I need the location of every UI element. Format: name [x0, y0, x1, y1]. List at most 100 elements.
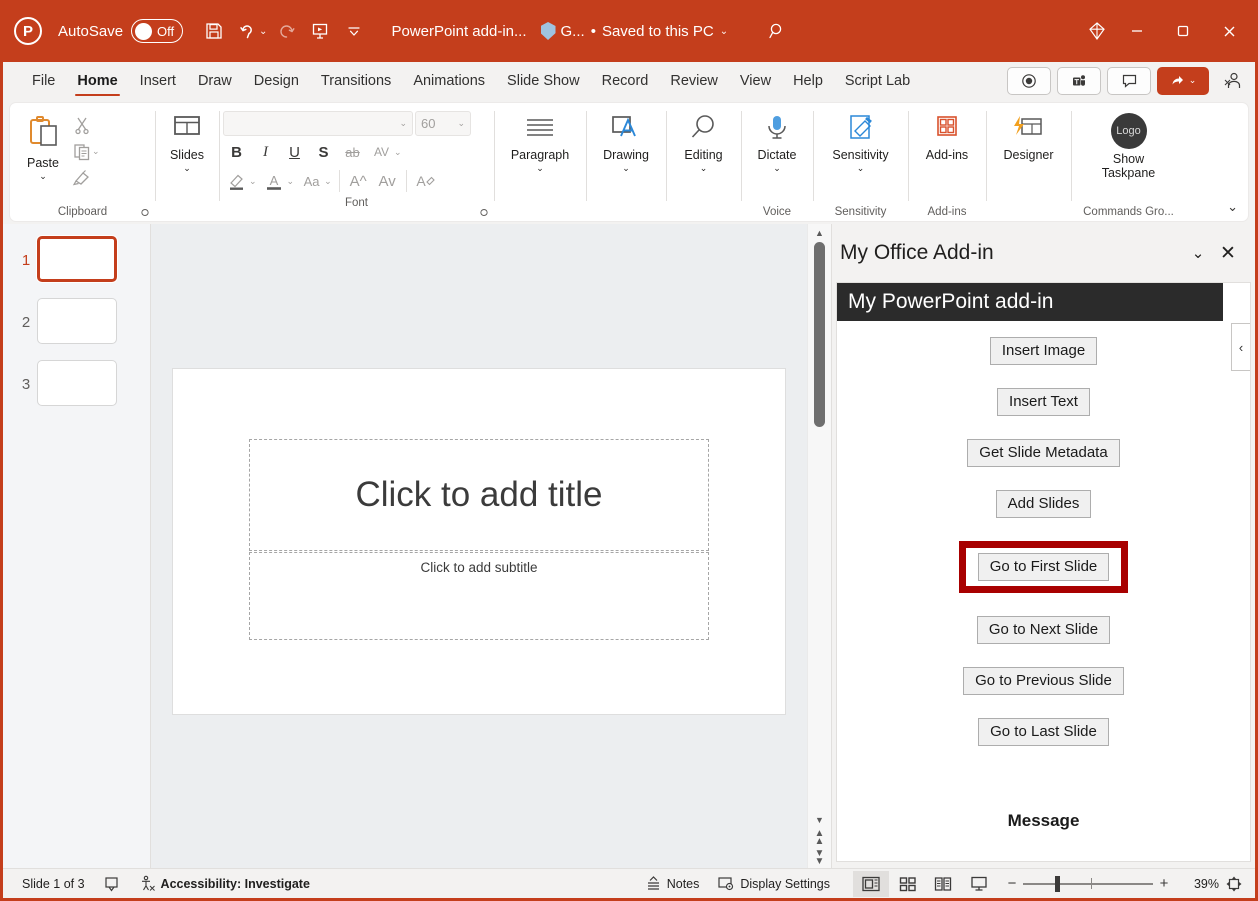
undo-dropdown-chevron-icon[interactable]: ⌄	[259, 26, 267, 37]
increase-font-size-button[interactable]: A^	[345, 168, 372, 194]
display-settings-button[interactable]: Display Settings	[708, 871, 839, 897]
notes-button[interactable]: Notes	[636, 871, 709, 897]
comments-button[interactable]	[1107, 67, 1151, 95]
tab-script-lab[interactable]: Script Lab	[834, 62, 921, 99]
zoom-control[interactable]: − +	[1001, 875, 1175, 892]
vertical-scrollbar[interactable]: ▲ ▼ ▲▲ ▼▼	[807, 224, 831, 868]
editing-button[interactable]: Editing ⌄	[678, 109, 728, 174]
share-chevron-icon[interactable]: ⌄	[1189, 75, 1197, 86]
font-color-chevron-icon[interactable]: ⌄	[287, 176, 295, 187]
fit-slide-to-window-button[interactable]	[1219, 875, 1249, 893]
go-to-last-slide-button[interactable]: Go to Last Slide	[978, 718, 1109, 746]
paste-button[interactable]: Paste ⌄	[17, 109, 69, 182]
share-button[interactable]: ⌄	[1157, 67, 1209, 95]
addins-button[interactable]: Add-ins	[920, 109, 974, 162]
go-to-previous-slide-button[interactable]: Go to Previous Slide	[963, 667, 1124, 695]
slide-canvas[interactable]: Click to add title Click to add subtitle	[151, 224, 807, 868]
character-spacing-button[interactable]: AV	[368, 139, 395, 165]
autosave-toggle[interactable]: Off	[131, 19, 183, 43]
thumbnail-preview[interactable]	[37, 236, 117, 282]
diamond-icon[interactable]	[1080, 14, 1114, 48]
format-painter-button[interactable]	[69, 165, 105, 189]
font-color-icon[interactable]: A	[261, 168, 288, 194]
font-size-chevron-icon[interactable]: ⌄	[457, 118, 465, 129]
strikethrough-button[interactable]: ab	[339, 139, 366, 165]
paste-chevron-icon[interactable]: ⌄	[39, 171, 47, 182]
drawing-button[interactable]: Drawing ⌄	[597, 109, 655, 174]
thumbnail-item-2[interactable]: 2	[3, 298, 150, 344]
task-pane-close-icon[interactable]: ✕	[1213, 238, 1243, 268]
redo-icon[interactable]	[269, 14, 303, 48]
record-button[interactable]	[1007, 67, 1051, 95]
copy-chevron-icon[interactable]: ⌄	[92, 146, 100, 157]
zoom-level-label[interactable]: 39%	[1179, 877, 1219, 891]
search-icon[interactable]	[760, 14, 794, 48]
maximize-button[interactable]	[1160, 9, 1206, 53]
save-icon[interactable]	[197, 14, 231, 48]
previous-slide-button[interactable]: ▲▲	[815, 828, 825, 848]
clear-formatting-icon[interactable]: A	[412, 168, 439, 194]
zoom-out-button[interactable]: −	[1001, 875, 1023, 892]
text-highlight-icon[interactable]	[223, 168, 250, 194]
slide-sorter-view-button[interactable]	[889, 871, 925, 897]
zoom-slider-thumb[interactable]	[1055, 876, 1060, 892]
tab-help[interactable]: Help	[782, 62, 834, 99]
paragraph-chevron-icon[interactable]: ⌄	[536, 163, 544, 174]
bold-button[interactable]: B	[223, 139, 250, 165]
task-pane-options-chevron-icon[interactable]: ⌄	[1183, 238, 1213, 268]
save-state-label[interactable]: Saved to this PC	[602, 23, 714, 40]
change-case-chevron-icon[interactable]: ⌄	[324, 176, 332, 187]
font-name-input[interactable]: ⌄	[223, 111, 413, 136]
slide-surface[interactable]: Click to add title Click to add subtitle	[173, 369, 785, 714]
scroll-up-arrow-icon[interactable]: ▲	[815, 224, 824, 241]
text-highlight-chevron-icon[interactable]: ⌄	[249, 176, 257, 187]
tab-review[interactable]: Review	[659, 62, 729, 99]
normal-view-button[interactable]	[853, 871, 889, 897]
next-slide-button[interactable]: ▼▼	[815, 848, 825, 868]
italic-button[interactable]: I	[252, 139, 279, 165]
tab-design[interactable]: Design	[243, 62, 310, 99]
reading-view-button[interactable]	[925, 871, 961, 897]
add-slides-button[interactable]: Add Slides	[996, 490, 1092, 518]
customize-quick-access-icon[interactable]	[337, 14, 371, 48]
thumbnail-preview[interactable]	[37, 360, 117, 406]
dictate-chevron-icon[interactable]: ⌄	[773, 163, 781, 174]
document-title[interactable]: PowerPoint add-in...	[391, 23, 526, 40]
paragraph-button[interactable]: Paragraph ⌄	[505, 109, 575, 174]
cut-button[interactable]	[69, 113, 105, 137]
change-case-button[interactable]: Aa	[298, 168, 325, 194]
get-slide-metadata-button[interactable]: Get Slide Metadata	[967, 439, 1119, 467]
thumbnail-preview[interactable]	[37, 298, 117, 344]
save-state-chevron-icon[interactable]: ⌄	[720, 26, 728, 37]
copy-button[interactable]: ⌄	[69, 139, 105, 163]
minimize-button[interactable]	[1114, 9, 1160, 53]
tab-insert[interactable]: Insert	[129, 62, 187, 99]
ribbon-collapse-chevron-icon[interactable]: ⌄	[1227, 199, 1238, 215]
start-slideshow-icon[interactable]	[303, 14, 337, 48]
slides-button[interactable]: Slides ⌄	[162, 109, 212, 174]
person-add-button[interactable]	[1215, 66, 1249, 96]
editing-chevron-icon[interactable]: ⌄	[700, 163, 708, 174]
font-dialog-launcher-icon[interactable]: ⭘	[480, 208, 488, 219]
slideshow-view-button[interactable]	[961, 871, 997, 897]
sensitivity-chevron-icon[interactable]: ⌄	[857, 163, 865, 174]
tab-home[interactable]: Home	[66, 62, 128, 99]
show-taskpane-button[interactable]: Logo Show Taskpane	[1083, 109, 1175, 181]
dictate-button[interactable]: Dictate ⌄	[752, 109, 803, 174]
insert-image-button[interactable]: Insert Image	[990, 337, 1097, 365]
addin-collapse-icon[interactable]: ‹	[1231, 323, 1250, 371]
scrollbar-thumb[interactable]	[814, 242, 825, 427]
go-to-first-slide-button[interactable]: Go to First Slide	[978, 553, 1110, 581]
text-shadow-button[interactable]: S	[310, 139, 337, 165]
tab-animations[interactable]: Animations	[402, 62, 496, 99]
font-name-chevron-icon[interactable]: ⌄	[399, 118, 407, 129]
clipboard-dialog-launcher-icon[interactable]: ⭘	[141, 208, 149, 219]
decrease-font-size-button[interactable]: Av	[374, 168, 401, 194]
underline-button[interactable]: U	[281, 139, 308, 165]
accessibility-status[interactable]: Accessibility: Investigate	[130, 871, 319, 897]
tab-transitions[interactable]: Transitions	[310, 62, 402, 99]
character-spacing-chevron-icon[interactable]: ⌄	[394, 147, 402, 158]
tab-slide-show[interactable]: Slide Show	[496, 62, 591, 99]
drawing-chevron-icon[interactable]: ⌄	[622, 163, 630, 174]
thumbnail-item-3[interactable]: 3	[3, 360, 150, 406]
